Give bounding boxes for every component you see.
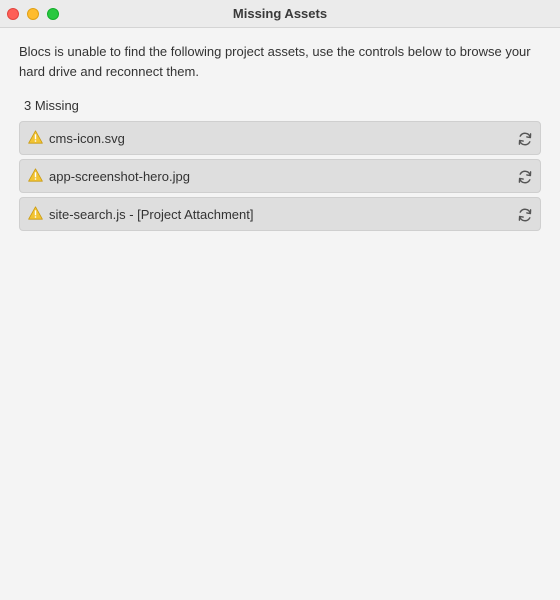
title-bar: Missing Assets — [0, 0, 560, 28]
warning-icon — [28, 130, 43, 144]
asset-name: cms-icon.svg — [49, 131, 125, 146]
missing-assets-list: cms-icon.svg app-screenshot-hero.jpg sit… — [19, 121, 541, 235]
reconnect-button[interactable] — [517, 169, 533, 185]
reconnect-button[interactable] — [517, 207, 533, 223]
warning-icon — [28, 168, 43, 182]
asset-row[interactable]: app-screenshot-hero.jpg — [19, 159, 541, 193]
missing-count: 3 Missing — [24, 98, 79, 113]
refresh-icon — [518, 208, 532, 222]
asset-row[interactable]: site-search.js - [Project Attachment] — [19, 197, 541, 231]
asset-name: site-search.js - [Project Attachment] — [49, 207, 254, 222]
missing-assets-message: Blocs is unable to find the following pr… — [19, 44, 531, 79]
window-title: Missing Assets — [232, 6, 328, 21]
reconnect-button[interactable] — [517, 131, 533, 147]
warning-icon — [28, 206, 43, 220]
asset-name: app-screenshot-hero.jpg — [49, 169, 190, 184]
refresh-icon — [518, 132, 532, 146]
refresh-icon — [518, 170, 532, 184]
asset-row[interactable]: cms-icon.svg — [19, 121, 541, 155]
